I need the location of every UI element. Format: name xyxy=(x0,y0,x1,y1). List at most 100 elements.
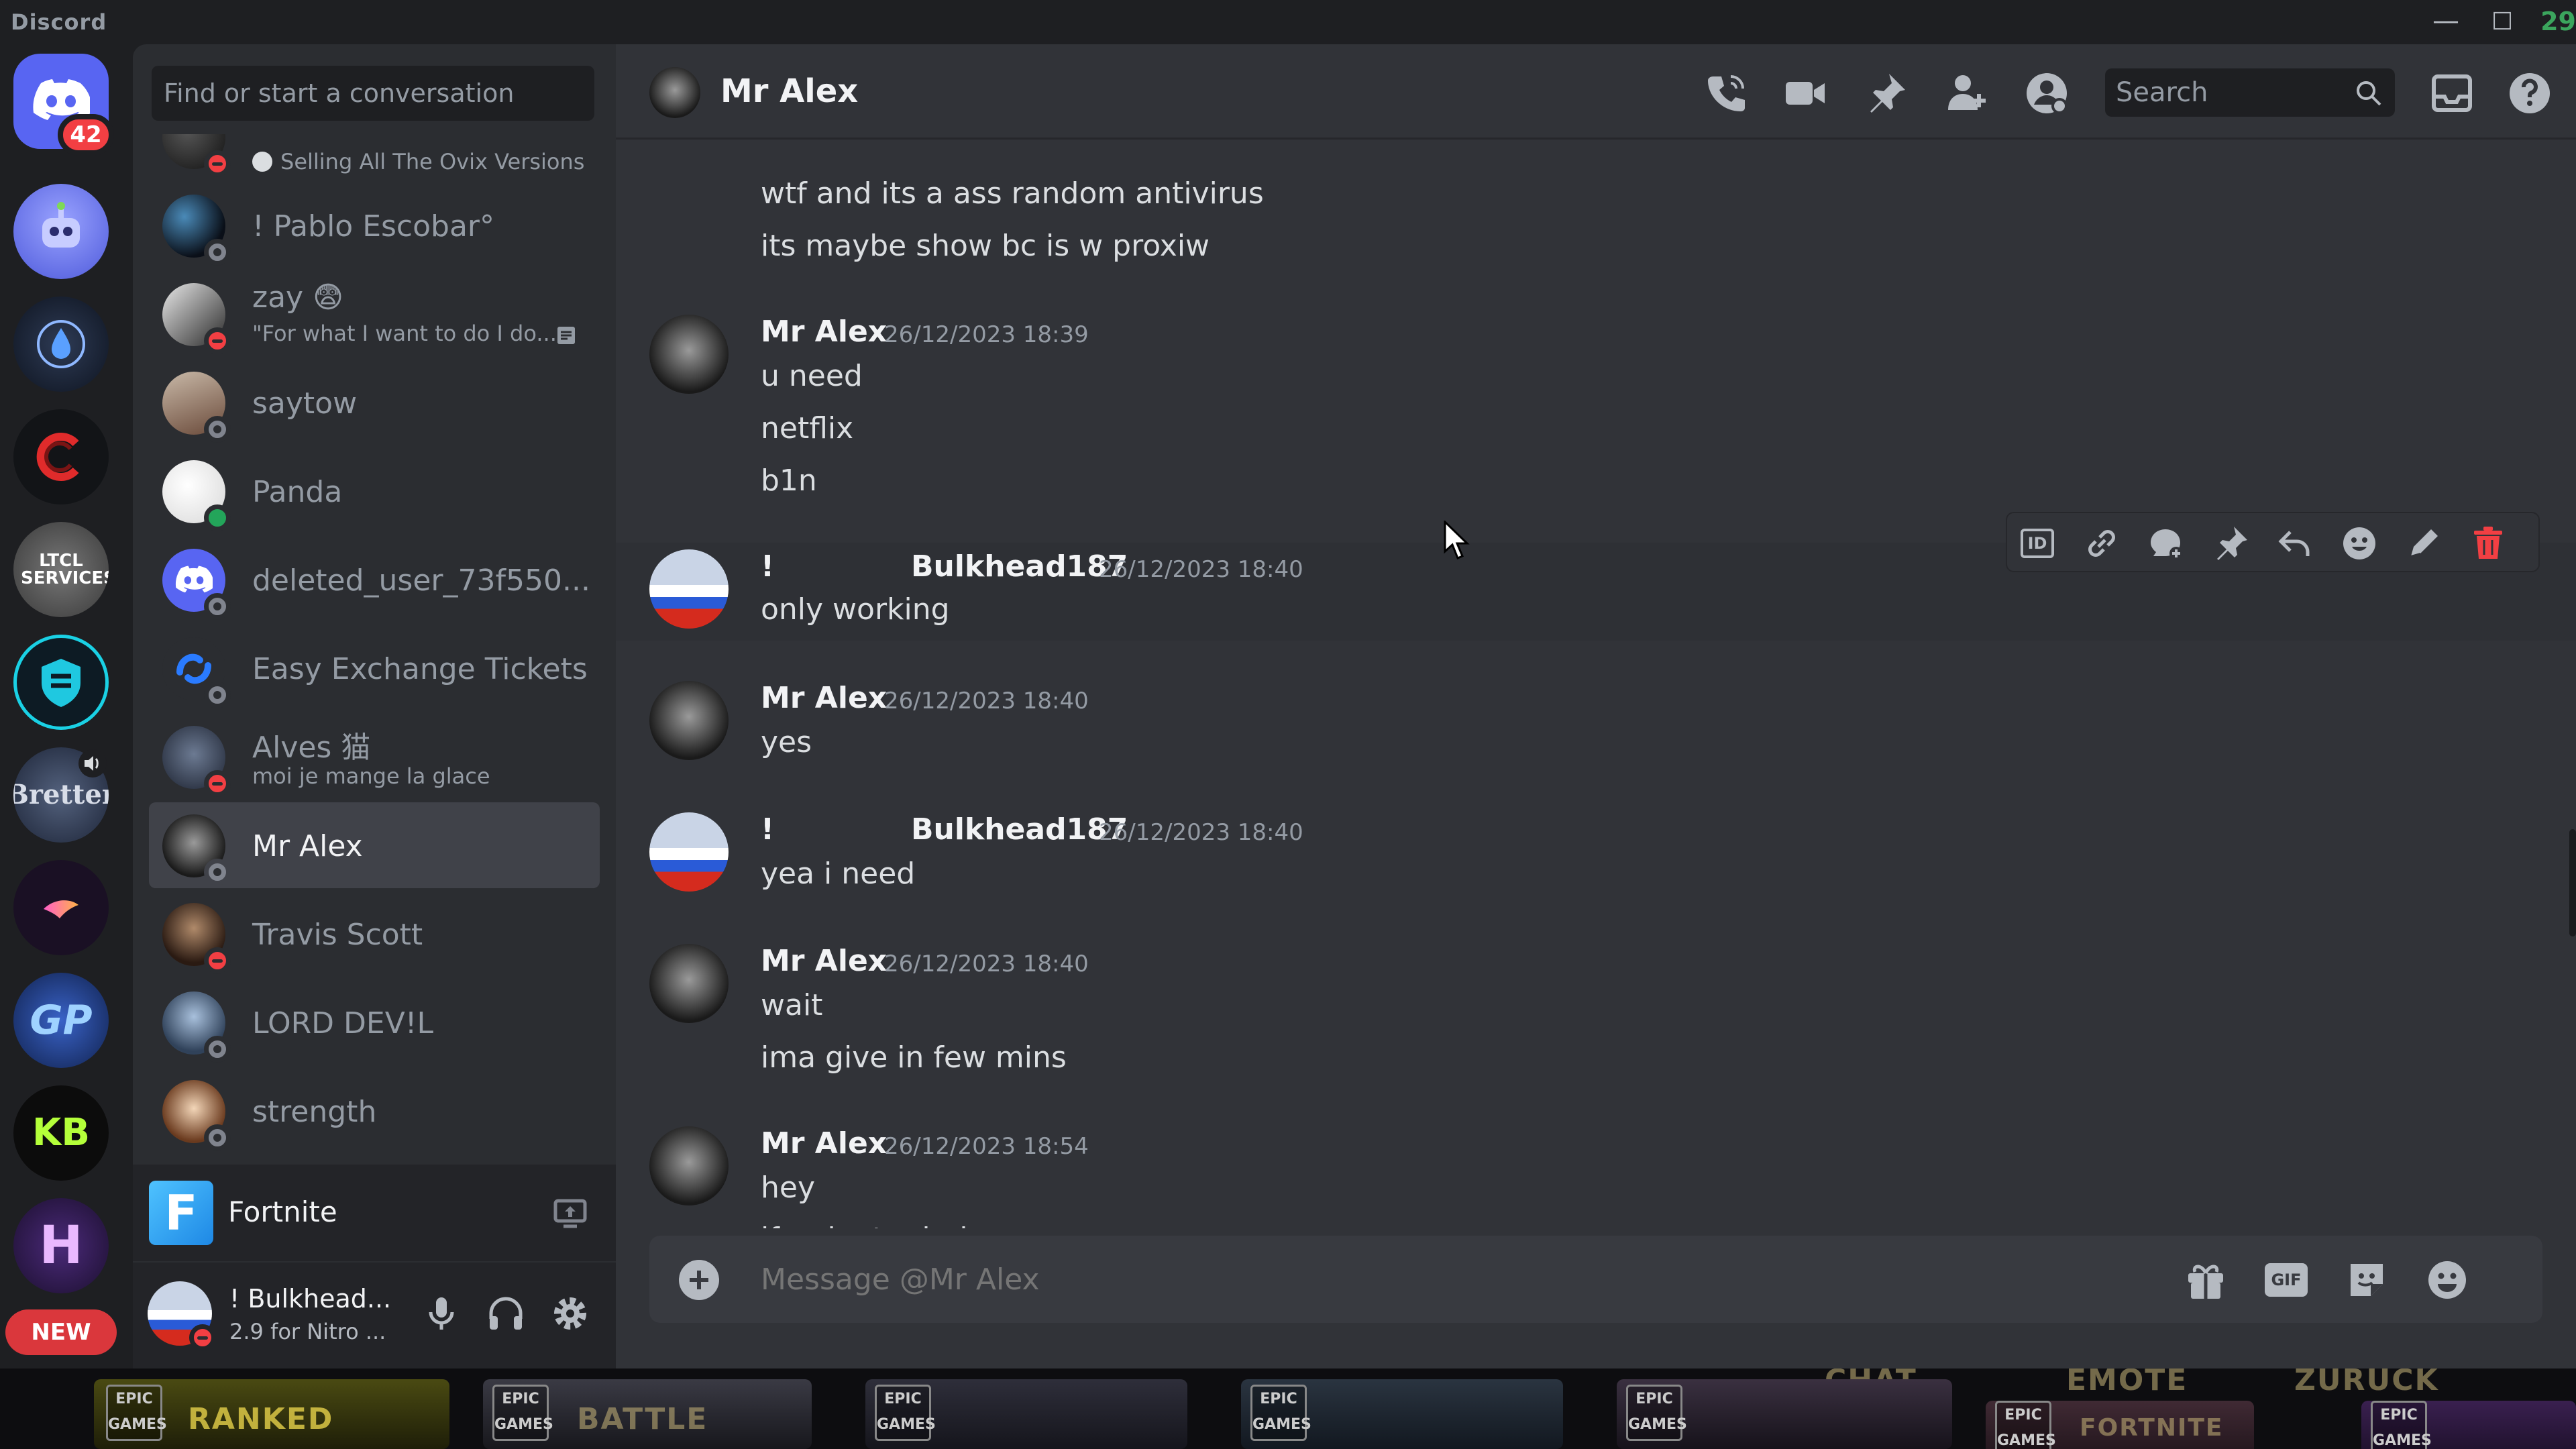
server-c[interactable] xyxy=(13,409,109,504)
dm-item-ovix[interactable]: Selling All The Ovix Versions xyxy=(149,134,600,180)
settings-gear-icon[interactable] xyxy=(549,1292,592,1335)
dm-item-panda[interactable]: Panda xyxy=(149,448,600,534)
new-unreads-pill[interactable]: NEW xyxy=(5,1309,117,1355)
edit-icon[interactable] xyxy=(2403,523,2445,564)
message-author[interactable]: Mr Alex xyxy=(761,944,887,978)
message-author-prefix: ! xyxy=(761,549,775,584)
epic-games-logo-icon: EPIC GAMES xyxy=(1626,1385,1687,1441)
dm-item-label: deleted_user_73f550... xyxy=(252,564,590,598)
message-author[interactable]: Mr Alex xyxy=(761,681,887,715)
dm-item-lord-devil[interactable]: LORD DEV!L xyxy=(149,979,600,1065)
message-text: its maybe show bc is w proxiw xyxy=(761,229,1210,263)
server-h[interactable]: H xyxy=(13,1198,109,1293)
status-offline-icon xyxy=(204,682,231,708)
reply-icon[interactable] xyxy=(2274,523,2316,564)
copy-link-icon[interactable] xyxy=(2081,523,2123,564)
server-kb[interactable]: KB xyxy=(13,1085,109,1181)
copy-id-button[interactable]: ID xyxy=(2017,523,2058,564)
dm-item-deleted-user[interactable]: deleted_user_73f550... xyxy=(149,537,600,623)
title-bar: Discord — ☐ 29 xyxy=(0,0,2576,44)
status-offline-icon xyxy=(204,859,231,885)
pin-message-icon[interactable] xyxy=(2210,523,2251,564)
mention-badge: 42 xyxy=(58,114,114,156)
message-author[interactable]: Mr Alex xyxy=(761,315,887,349)
message-actions-toolbar: ID xyxy=(2006,512,2540,572)
emoji-icon[interactable] xyxy=(2424,1257,2470,1303)
wing-logo-icon xyxy=(44,900,78,918)
status-dnd-icon xyxy=(204,947,231,974)
server-shield[interactable] xyxy=(13,635,109,730)
server-robot[interactable] xyxy=(13,184,109,279)
dm-item-saytow[interactable]: saytow xyxy=(149,360,600,445)
message-author[interactable]: Bulkhead187 xyxy=(911,812,1128,847)
dm-item-travis-scott[interactable]: Travis Scott xyxy=(149,891,600,977)
message-text: yes xyxy=(761,725,812,759)
server-ltcl[interactable]: LTCL SERVICES xyxy=(13,522,109,617)
message-author[interactable]: Bulkhead187 xyxy=(911,549,1128,584)
add-friends-icon[interactable] xyxy=(1943,70,1990,117)
message-timestamp: 26/12/2023 18:54 xyxy=(884,1133,1089,1160)
game-tile: EPIC GAMES xyxy=(1617,1379,1952,1449)
game-tile: EPIC GAMES BATTLE xyxy=(483,1379,812,1449)
game-tile: EPIC GAMES xyxy=(2361,1401,2576,1449)
server-drop[interactable] xyxy=(13,297,109,392)
create-thread-icon[interactable] xyxy=(2145,523,2187,564)
message-timestamp: 26/12/2023 18:40 xyxy=(1099,819,1303,846)
scrollbar-thumb[interactable] xyxy=(2569,829,2576,936)
activity-panel: F Fortnite xyxy=(133,1165,616,1261)
gift-icon[interactable] xyxy=(2183,1257,2229,1303)
banner-text: BATTLE xyxy=(577,1402,708,1436)
dm-item-zay[interactable]: zay 😨 "For what I want to do I do... xyxy=(149,271,600,357)
inbox-icon[interactable] xyxy=(2428,70,2475,117)
avatar[interactable] xyxy=(649,315,729,394)
user-profile-icon[interactable] xyxy=(2023,70,2070,117)
avatar[interactable] xyxy=(649,681,729,760)
server-gp-label: GP xyxy=(30,997,93,1044)
server-gradient[interactable] xyxy=(13,860,109,955)
dm-item-alves[interactable]: Alves 猫 moi je mange la glace xyxy=(149,714,600,800)
sticker-icon[interactable] xyxy=(2344,1257,2390,1303)
gif-button[interactable]: GIF xyxy=(2263,1257,2309,1303)
message-author[interactable]: Mr Alex xyxy=(761,1126,887,1161)
avatar[interactable] xyxy=(649,944,729,1023)
user-status: 2.9 for Nitro ... xyxy=(229,1319,386,1344)
pinned-messages-icon[interactable] xyxy=(1862,70,1909,117)
avatar[interactable] xyxy=(649,549,729,629)
dm-item-mr-alex[interactable]: Mr Alex xyxy=(149,802,600,888)
avatar[interactable] xyxy=(649,812,729,892)
chat-search-input[interactable]: Search xyxy=(2105,68,2395,117)
server-rail: 42 LTCL SERVICES Bretter GP KB H NEW xyxy=(0,44,133,1368)
dm-item-label: Alves 猫 xyxy=(252,731,371,765)
message-text: if u dont mind xyxy=(761,1222,967,1228)
minimize-button[interactable]: — xyxy=(2432,5,2459,36)
c-logo-icon xyxy=(36,433,79,481)
avatar[interactable] xyxy=(649,1126,729,1205)
headphones-icon[interactable] xyxy=(484,1292,527,1335)
chat-area: Mr Alex Search wtf and its a ass random … xyxy=(616,44,2576,1368)
dm-search-input[interactable]: Find or start a conversation xyxy=(152,66,594,121)
server-gp[interactable]: GP xyxy=(13,973,109,1068)
video-call-icon[interactable] xyxy=(1782,70,1829,117)
voice-call-icon[interactable] xyxy=(1703,70,1750,117)
dm-item-label: Mr Alex xyxy=(252,829,363,863)
dm-item-strength[interactable]: strength xyxy=(149,1068,600,1154)
message-composer: GIF xyxy=(649,1236,2542,1323)
server-h-label: H xyxy=(39,1216,83,1276)
add-attachment-icon[interactable] xyxy=(676,1257,722,1303)
delete-icon[interactable] xyxy=(2467,523,2509,564)
maximize-button[interactable]: ☐ xyxy=(2491,8,2513,36)
microphone-icon[interactable] xyxy=(420,1292,463,1335)
help-icon[interactable] xyxy=(2506,70,2553,117)
dm-item-easy-exchange[interactable]: Easy Exchange Tickets xyxy=(149,625,600,711)
dm-item-label: Easy Exchange Tickets xyxy=(252,652,588,686)
avatar[interactable] xyxy=(649,67,700,118)
epic-games-logo-icon: EPIC GAMES xyxy=(2371,1401,2432,1449)
add-reaction-icon[interactable] xyxy=(2339,523,2380,564)
message-input[interactable] xyxy=(761,1263,2102,1297)
stream-icon[interactable] xyxy=(551,1194,589,1232)
gif-icon: GIF xyxy=(2265,1263,2308,1297)
banner-text: FORTNITE xyxy=(2080,1414,2224,1442)
dm-item-pablo[interactable]: ! Pablo Escobar° xyxy=(149,182,600,268)
dm-item-label: strength xyxy=(252,1095,377,1129)
game-tile: EPIC GAMES xyxy=(865,1379,1187,1449)
